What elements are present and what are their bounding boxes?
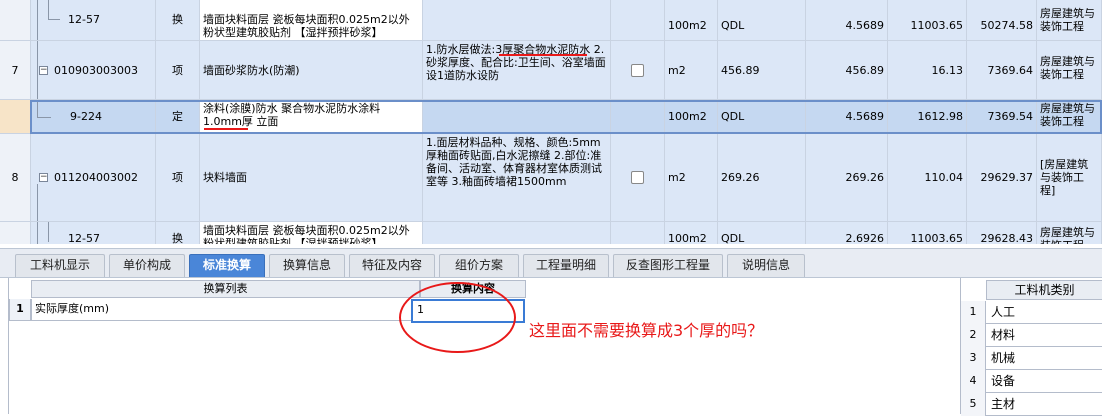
item-unit: 100m2 [665,0,718,41]
item-features: 1.面层材料品种、规格、颜色:5mm厚釉面砖贴面,白水泥擦缝 2.部位:准备间、… [423,134,611,222]
item-unit: m2 [665,41,718,100]
item-code: 010903003003 [54,63,138,77]
tab-quantity-details[interactable]: 工程量明细 [523,254,609,277]
red-underline-mark [204,128,248,130]
item-price: 1612.98 [888,100,967,134]
row-number [0,222,31,244]
tab-pricing-scheme[interactable]: 组价方案 [439,254,519,277]
item-name: 墙面块料面层 瓷板每块面积0.025m2以外 粉状型建筑胶贴剂 【湿拌预拌砂浆】 [200,0,423,41]
item-type: 项 [156,41,200,100]
collapse-icon[interactable]: − [39,173,48,182]
item-price: 16.13 [888,41,967,100]
item-type: 定 [156,100,200,134]
table-row[interactable]: 12-57 换 墙面块料面层 瓷板每块面积0.025m2以外 粉状型建筑胶贴剂 … [0,0,1102,41]
item-unit: m2 [665,134,718,222]
tab-conversion-info[interactable]: 换算信息 [269,254,345,277]
list-item[interactable]: 5 主材 [961,393,1102,416]
item-name: 墙面块料面层 瓷板每块面积0.025m2以外 粉状型建筑胶贴剂 【湿拌预拌砂浆】 [200,222,423,244]
item-qty-expr: 269.26 [718,134,806,222]
item-qty: 2.6926 [806,222,888,244]
item-type: 项 [156,134,200,222]
conversion-row-number: 1 [9,299,31,321]
item-total: 7369.64 [967,41,1037,100]
table-row[interactable]: 8 − 011204003002 项 块料墙面 1.面层材料品种、规格、颜色:5… [0,134,1102,222]
item-features [423,100,611,134]
material-category-panel: 工料机类别 1 人工 2 材料 3 机械 4 设备 5 主材 [960,278,1102,416]
tab-standard-conversion[interactable]: 标准换算 [189,254,265,277]
red-underline-mark [499,54,587,56]
item-name: 涂料(涂膜)防水 聚合物水泥防水涂料 1.0mm厚 立面 [200,100,423,134]
item-category: 房屋建筑与装饰工程 [1037,222,1102,244]
tab-features-content[interactable]: 特征及内容 [349,254,435,277]
item-price: 11003.65 [888,222,967,244]
tab-labor-material-machine[interactable]: 工料机显示 [15,254,105,277]
list-item[interactable]: 3 机械 [961,347,1102,370]
item-total: 7369.54 [967,100,1037,134]
item-qty: 456.89 [806,41,888,100]
selection-checkbox[interactable] [631,63,644,77]
item-total: 50274.58 [967,0,1037,41]
item-name: 块料墙面 [200,134,423,222]
features-text: 1.防水层做法:3厚聚合物水泥防水 2.砂浆厚度、配合比:卫生间、浴室墙面设1道… [426,43,606,82]
item-qty-expr: 456.89 [718,41,806,100]
item-category: 房屋建筑与装饰工程 [1037,0,1102,41]
conversion-list-header: 换算列表 [31,280,420,298]
tab-reverse-graphic-quantity[interactable]: 反查图形工程量 [613,254,723,277]
bill-grid: 12-57 换 墙面块料面层 瓷板每块面积0.025m2以外 粉状型建筑胶贴剂 … [0,0,1102,244]
list-item[interactable]: 4 设备 [961,370,1102,393]
checkbox-cell [611,100,665,134]
item-qty: 269.26 [806,134,888,222]
item-total: 29629.37 [967,134,1037,222]
item-unit: 100m2 [665,222,718,244]
row-number: 8 [0,134,31,222]
item-qty-expr: QDL [718,0,806,41]
collapse-icon[interactable]: − [39,65,48,75]
detail-panel: 换算列表 换算内容 1 实际厚度(mm) 1 这里面不需要换算成3个厚的吗？ 工… [0,278,1102,416]
list-item[interactable]: 1 人工 [961,301,1102,324]
item-type: 换 [156,0,200,41]
item-category: 房屋建筑与装饰工程 [1037,100,1102,134]
item-name-text: 涂料(涂膜)防水 聚合物水泥防水涂料 1.0mm厚 立面 [203,102,381,128]
item-qty-expr: QDL [718,100,806,134]
material-category-header: 工料机类别 [986,280,1102,300]
item-price: 110.04 [888,134,967,222]
row-number [0,0,31,41]
list-item[interactable]: 2 材料 [961,324,1102,347]
detail-tab-bar: 工料机显示 单价构成 标准换算 换算信息 特征及内容 组价方案 工程量明细 反查… [0,248,1102,278]
item-code: 12-57 [68,232,100,244]
table-row-selected[interactable]: 9-224 定 涂料(涂膜)防水 聚合物水泥防水涂料 1.0mm厚 立面 100… [0,100,1102,134]
checkbox-cell [611,0,665,41]
annotation-text: 这里面不需要换算成3个厚的吗？ [529,321,764,340]
item-price: 11003.65 [888,0,967,41]
item-code: 12-57 [68,13,100,26]
item-category: [房屋建筑与装饰工程] [1037,134,1102,222]
tab-description-info[interactable]: 说明信息 [727,254,805,277]
item-qty-expr: QDL [718,222,806,244]
item-features [423,0,611,41]
row-number [0,100,31,134]
item-code: 9-224 [70,110,102,123]
checkbox-cell [611,222,665,244]
item-name: 墙面砂浆防水(防潮) [200,41,423,100]
item-qty: 4.5689 [806,100,888,134]
item-qty: 4.5689 [806,0,888,41]
item-total: 29628.43 [967,222,1037,244]
conversion-row-label: 实际厚度(mm) [31,299,420,321]
item-code: 011204003002 [54,171,138,184]
item-features: 1.防水层做法:3厚聚合物水泥防水 2.砂浆厚度、配合比:卫生间、浴室墙面设1道… [423,41,611,100]
item-type: 换 [156,222,200,244]
item-features [423,222,611,244]
table-row[interactable]: 12-57 换 墙面块料面层 瓷板每块面积0.025m2以外 粉状型建筑胶贴剂 … [0,222,1102,244]
selection-checkbox[interactable] [631,171,644,184]
table-row[interactable]: 7 − 010903003003 项 墙面砂浆防水(防潮) 1.防水层做法:3厚… [0,41,1102,100]
item-category: 房屋建筑与装饰工程 [1037,41,1102,100]
row-number: 7 [0,41,31,100]
item-unit: 100m2 [665,100,718,134]
tab-unit-price-composition[interactable]: 单价构成 [109,254,185,277]
red-circle-mark [399,282,516,353]
